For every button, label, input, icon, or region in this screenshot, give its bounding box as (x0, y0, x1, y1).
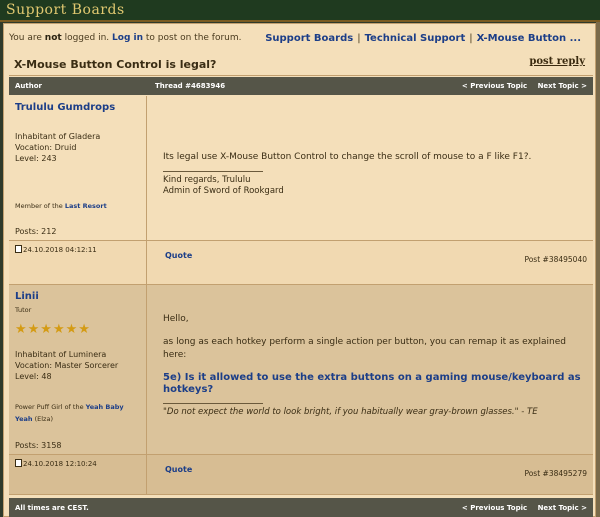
post-date: 24.10.2018 12:10:24 (15, 459, 97, 468)
page-title: X-Mouse Button Control is legal? (14, 58, 217, 71)
post-message: Its legal use X-Mouse Button Control to … (163, 152, 532, 162)
breadcrumb-support-boards[interactable]: Support Boards (265, 33, 353, 44)
quote-button[interactable]: Quote (165, 465, 192, 474)
post-body: Its legal use X-Mouse Button Control to … (148, 96, 593, 240)
author-home: Inhabitant of Gladera (15, 132, 101, 141)
thread-number: Thread #4683946 (155, 82, 226, 90)
author-level: Level: 48 (15, 372, 52, 381)
post-footer: 24.10.2018 04:12:11 Quote Post #38495040 (9, 241, 593, 285)
author-home: Inhabitant of Luminera (15, 350, 107, 359)
author-guild: Member of the Last Resort (15, 202, 107, 210)
topic-bar: X-Mouse Button Control is legal? post re… (9, 54, 593, 76)
post-date: 24.10.2018 04:12:11 (15, 245, 97, 254)
breadcrumb-technical-support[interactable]: Technical Support (365, 33, 466, 44)
document-icon[interactable] (15, 459, 22, 467)
signature-line-1: Kind regards, Trululu (163, 175, 251, 185)
post: Trululu Gumdrops Inhabitant of Gladera V… (9, 96, 593, 241)
signature-line-2: Admin of Sword of Rookgard (163, 186, 284, 196)
guild-link[interactable]: Last Resort (65, 202, 107, 210)
author-level: Level: 243 (15, 154, 57, 163)
login-not: not (44, 33, 62, 43)
author-vocation: Vocation: Druid (15, 143, 77, 152)
rank-stars-icon: ★★★★★★ (15, 322, 91, 337)
site-header: Support Boards (0, 0, 600, 22)
breadcrumb: Support Boards | Technical Support | X-Mouse… (265, 33, 581, 44)
author-post-count: Posts: 3158 (15, 441, 62, 450)
author-name[interactable]: Linii (15, 291, 39, 302)
post-greeting: Hello, (163, 314, 189, 324)
post: Linii Tutor ★★★★★★ Inhabitant of Luminer… (9, 285, 593, 455)
quote-button[interactable]: Quote (165, 251, 192, 260)
author-guild: Power Puff Girl of the Yeah Baby Yeah (E… (15, 403, 124, 423)
next-topic-link[interactable]: Next Topic > (538, 504, 587, 512)
login-status: You are not logged in. Log in to post on… (9, 33, 242, 43)
author-panel: Trululu Gumdrops Inhabitant of Gladera V… (9, 96, 147, 240)
faq-link-line-2[interactable]: hotkeys? (163, 384, 213, 396)
document-icon[interactable] (15, 245, 22, 253)
post-number[interactable]: Post #38495040 (524, 255, 587, 264)
post-body: Hello, as long as each hotkey perform a … (148, 285, 593, 454)
signature-divider (163, 403, 263, 404)
signature-divider (163, 171, 263, 172)
timezone-note: All times are CEST. (15, 504, 89, 512)
post-number[interactable]: Post #38495279 (524, 469, 587, 478)
author-vocation: Vocation: Master Sorcerer (15, 361, 119, 370)
previous-topic-link[interactable]: < Previous Topic (462, 504, 527, 512)
author-panel: Linii Tutor ★★★★★★ Inhabitant of Luminer… (9, 285, 147, 454)
author-post-count: Posts: 212 (15, 227, 57, 236)
signature-quote: "Do not expect the world to look bright,… (163, 407, 538, 417)
faq-link-line-1[interactable]: 5e) Is it allowed to use the extra butto… (163, 372, 581, 384)
thread-footer: All times are CEST. < Previous Topic Nex… (9, 498, 593, 517)
author-name[interactable]: Trululu Gumdrops (15, 102, 115, 113)
author-column-header: Author (15, 82, 42, 90)
thread-header: Author Thread #4683946 < Previous Topic … (9, 77, 593, 95)
scrollbar[interactable] (596, 22, 600, 517)
post-reply-button[interactable]: post reply (529, 56, 585, 67)
next-topic-link[interactable]: Next Topic > (538, 82, 587, 90)
author-rank: Tutor (15, 306, 32, 314)
site-title[interactable]: Support Boards (6, 2, 125, 18)
previous-topic-link[interactable]: < Previous Topic (462, 82, 527, 90)
post-message: as long as each hotkey perform a single … (163, 337, 566, 360)
post-footer: 24.10.2018 12:10:24 Quote Post #38495279 (9, 455, 593, 495)
login-link[interactable]: Log in (112, 33, 143, 43)
breadcrumb-current-topic[interactable]: X-Mouse Button ... (477, 33, 581, 44)
